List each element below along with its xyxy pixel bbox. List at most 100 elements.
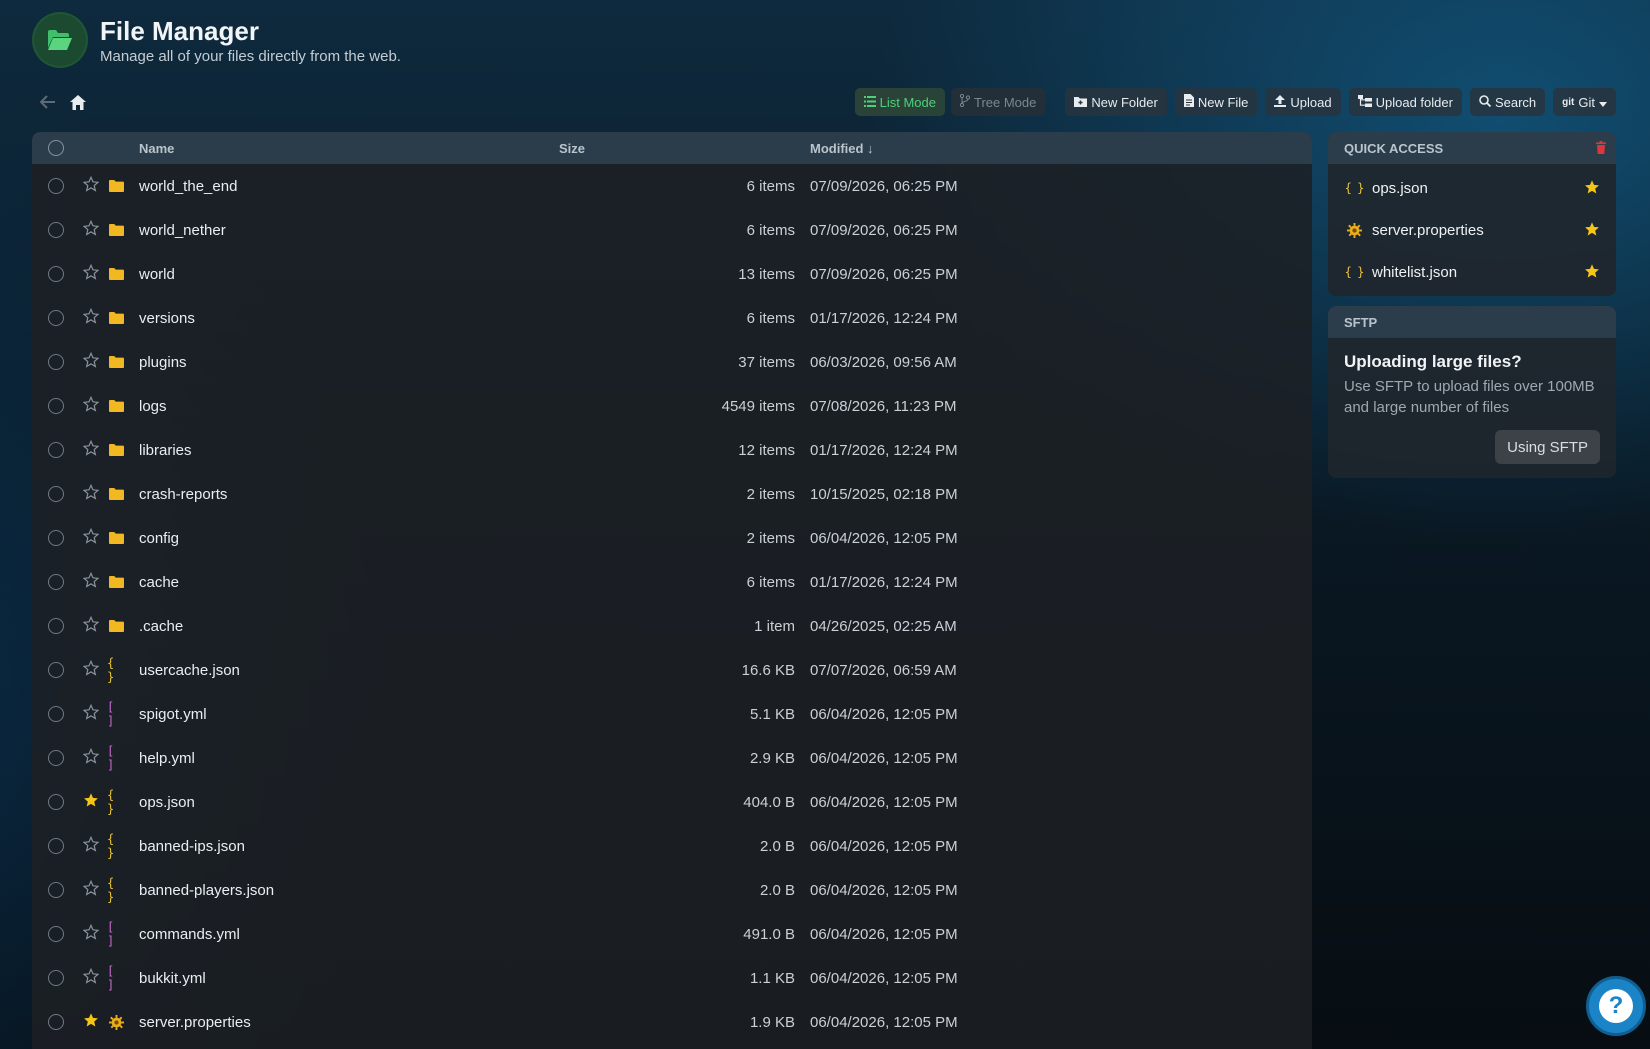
row-checkbox[interactable] [48, 222, 64, 238]
star-icon[interactable] [82, 835, 100, 853]
upload-folder-button[interactable]: Upload folder [1348, 88, 1462, 116]
table-row[interactable]: { } banned-ips.json 2.0 B 06/04/2026, 12:05… [32, 824, 1312, 868]
file-name[interactable]: logs [139, 398, 167, 415]
star-filled-icon[interactable] [82, 791, 100, 809]
file-name[interactable]: bukkit.yml [139, 970, 206, 987]
row-checkbox[interactable] [48, 794, 64, 810]
file-name[interactable]: libraries [139, 442, 192, 459]
file-name[interactable]: help.yml [139, 750, 195, 767]
row-checkbox[interactable] [48, 618, 64, 634]
star-filled-icon[interactable] [1584, 221, 1600, 241]
star-icon[interactable] [82, 307, 100, 325]
table-row[interactable]: plugins 37 items 06/03/2026, 09:56 AM [32, 340, 1312, 384]
table-row[interactable]: versions 6 items 01/17/2026, 12:24 PM [32, 296, 1312, 340]
table-row[interactable]: { } usercache.json 16.6 KB 07/07/2026, 06:5… [32, 648, 1312, 692]
table-row[interactable]: logs 4549 items 07/08/2026, 11:23 PM [32, 384, 1312, 428]
select-all-checkbox[interactable] [48, 140, 64, 156]
new-file-button[interactable]: New File [1174, 88, 1258, 116]
row-checkbox[interactable] [48, 838, 64, 854]
table-row[interactable]: world 13 items 07/09/2026, 06:25 PM [32, 252, 1312, 296]
git-menu-button[interactable]: git Git [1553, 88, 1616, 116]
row-checkbox[interactable] [48, 926, 64, 942]
table-row[interactable]: cache 6 items 01/17/2026, 12:24 PM [32, 560, 1312, 604]
row-checkbox[interactable] [48, 266, 64, 282]
upload-button[interactable]: Upload [1265, 88, 1341, 116]
star-icon[interactable] [82, 879, 100, 897]
file-name[interactable]: world [139, 266, 175, 283]
row-checkbox[interactable] [48, 398, 64, 414]
new-folder-button[interactable]: New Folder [1065, 88, 1167, 116]
star-icon[interactable] [82, 263, 100, 281]
star-filled-icon[interactable] [1584, 263, 1600, 283]
file-name[interactable]: ops.json [139, 794, 195, 811]
star-icon[interactable] [82, 571, 100, 589]
file-name[interactable]: crash-reports [139, 486, 227, 503]
row-checkbox[interactable] [48, 882, 64, 898]
table-row[interactable]: world_nether 6 items 07/09/2026, 06:25 PM [32, 208, 1312, 252]
row-checkbox[interactable] [48, 310, 64, 326]
row-checkbox[interactable] [48, 706, 64, 722]
file-name[interactable]: cache [139, 574, 179, 591]
table-row[interactable]: server.properties 1.9 KB 06/04/2026, 12:05… [32, 1000, 1312, 1044]
help-button[interactable]: ? [1586, 976, 1646, 1036]
trash-icon[interactable] [1596, 141, 1606, 157]
star-filled-icon[interactable] [1584, 179, 1600, 199]
star-icon[interactable] [82, 483, 100, 501]
table-row[interactable]: { } banned-players.json 2.0 B 06/04/2026, 1… [32, 868, 1312, 912]
column-size[interactable]: Size [559, 141, 585, 156]
star-icon[interactable] [82, 395, 100, 413]
row-checkbox[interactable] [48, 354, 64, 370]
table-row[interactable]: world_the_end 6 items 07/09/2026, 06:25 PM [32, 164, 1312, 208]
star-icon[interactable] [82, 747, 100, 765]
star-icon[interactable] [82, 527, 100, 545]
using-sftp-button[interactable]: Using SFTP [1495, 430, 1600, 464]
file-name[interactable]: server.properties [139, 1014, 251, 1031]
row-checkbox[interactable] [48, 530, 64, 546]
table-row[interactable]: [ ] bukkit.yml 1.1 KB 06/04/2026, 12:05 PM [32, 956, 1312, 1000]
file-name[interactable]: usercache.json [139, 662, 240, 679]
column-modified[interactable]: Modified ↓ [810, 141, 874, 156]
row-checkbox[interactable] [48, 574, 64, 590]
row-checkbox[interactable] [48, 486, 64, 502]
tree-mode-button[interactable]: Tree Mode [950, 88, 1046, 116]
file-name[interactable]: world_the_end [139, 178, 237, 195]
table-row[interactable]: [ ] help.yml 2.9 KB 06/04/2026, 12:05 PM [32, 736, 1312, 780]
star-icon[interactable] [82, 703, 100, 721]
list-mode-button[interactable]: List Mode [854, 88, 945, 116]
file-name[interactable]: banned-players.json [139, 882, 274, 899]
file-name[interactable]: versions [139, 310, 195, 327]
quick-access-item[interactable]: { } whitelist.json [1328, 251, 1616, 293]
star-icon[interactable] [82, 659, 100, 677]
row-checkbox[interactable] [48, 1014, 64, 1030]
star-icon[interactable] [82, 967, 100, 985]
table-row[interactable]: .cache 1 item 04/26/2025, 02:25 AM [32, 604, 1312, 648]
back-arrow-icon[interactable] [38, 92, 58, 112]
home-icon[interactable] [68, 92, 88, 112]
star-icon[interactable] [82, 175, 100, 193]
quick-access-item[interactable]: server.properties [1328, 209, 1616, 251]
row-checkbox[interactable] [48, 970, 64, 986]
column-name[interactable]: Name [139, 141, 174, 156]
row-checkbox[interactable] [48, 178, 64, 194]
star-filled-icon[interactable] [82, 1011, 100, 1029]
table-row[interactable]: { } ops.json 404.0 B 06/04/2026, 12:05 PM [32, 780, 1312, 824]
table-row[interactable]: crash-reports 2 items 10/15/2025, 02:18 PM [32, 472, 1312, 516]
row-checkbox[interactable] [48, 662, 64, 678]
file-name[interactable]: banned-ips.json [139, 838, 245, 855]
file-name[interactable]: commands.yml [139, 926, 240, 943]
star-icon[interactable] [82, 615, 100, 633]
star-icon[interactable] [82, 219, 100, 237]
row-checkbox[interactable] [48, 442, 64, 458]
file-name[interactable]: .cache [139, 618, 183, 635]
table-row[interactable]: libraries 12 items 01/17/2026, 12:24 PM [32, 428, 1312, 472]
quick-access-item[interactable]: { } ops.json [1328, 167, 1616, 209]
table-row[interactable]: [ ] commands.yml 491.0 B 06/04/2026, 12:05 … [32, 912, 1312, 956]
star-icon[interactable] [82, 351, 100, 369]
file-name[interactable]: config [139, 530, 179, 547]
file-name[interactable]: world_nether [139, 222, 226, 239]
row-checkbox[interactable] [48, 750, 64, 766]
table-row[interactable]: [ ] spigot.yml 5.1 KB 06/04/2026, 12:05 PM [32, 692, 1312, 736]
star-icon[interactable] [82, 923, 100, 941]
table-row[interactable]: config 2 items 06/04/2026, 12:05 PM [32, 516, 1312, 560]
file-name[interactable]: spigot.yml [139, 706, 207, 723]
